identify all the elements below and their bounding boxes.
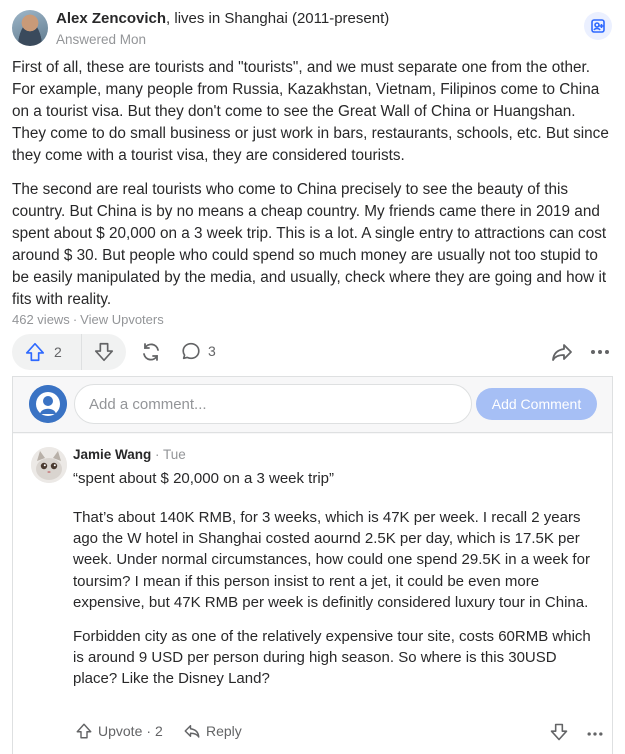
more-button[interactable] [588,340,612,364]
answer-action-bar: 2 3 [12,334,612,370]
more-icon [588,340,612,364]
answer-header: Alex Zencovich, lives in Shanghai (2011-… [12,6,612,52]
comment-downvote-button[interactable] [549,722,569,742]
comment-actions: Upvote · 2 Reply [73,722,603,746]
vote-pill: 2 [12,334,126,370]
answer-body: First of all, these are tourists and "to… [12,57,612,323]
downvote-icon [93,341,115,363]
upvote-button[interactable]: 2 [12,334,82,370]
downvote-button[interactable] [82,334,126,370]
comment-text: That’s about 140K RMB, for 3 weeks, whic… [73,507,603,703]
author-name[interactable]: Alex Zencovich [56,10,166,27]
more-icon [585,724,605,744]
comment-upvote-button[interactable]: Upvote · 2 [75,722,163,740]
comments-panel: Add Comment Jamie Wang · Tue “spent abou… [12,376,613,754]
current-user-avatar [29,385,67,423]
upvote-icon [24,341,46,363]
follow-button[interactable] [584,12,612,40]
comment-reply-button[interactable]: Reply [183,722,242,740]
reply-icon [183,722,201,740]
forward-icon [550,340,574,364]
comment-paragraph: Forbidden city as one of the relatively … [73,628,591,688]
add-comment-button[interactable]: Add Comment [476,388,597,420]
comment-more-button[interactable] [585,724,605,744]
views-line: 462 views · View Upvoters [12,312,164,327]
upvote-icon [75,722,93,740]
comment-author-name[interactable]: Jamie Wang [73,447,151,462]
author-avatar[interactable] [12,10,48,46]
comment-count: 3 [208,343,216,359]
comment-upvote-count: 2 [155,723,163,739]
share-icon [139,340,163,364]
comment-button[interactable]: 3 [180,340,216,362]
downvote-icon [549,722,569,742]
comment-reply-label: Reply [206,723,242,739]
answer-paragraph: First of all, these are tourists and "to… [12,59,609,164]
comment-quote: “spent about $ 20,000 on a 3 week trip” [73,470,335,487]
upvote-count: 2 [54,344,62,360]
answered-date[interactable]: Answered Mon [56,32,146,47]
view-count: 462 views [12,312,70,327]
comment-upvote-label: Upvote [98,723,143,739]
author-line: Alex Zencovich, lives in Shanghai (2011-… [56,10,389,27]
author-credential: , lives in Shanghai (2011-present) [166,10,390,27]
follow-icon [590,18,606,34]
answer-paragraph: The second are real tourists who come to… [12,181,607,308]
add-comment-row: Add Comment [13,377,612,433]
comment-paragraph: That’s about 140K RMB, for 3 weeks, whic… [73,509,590,611]
comment-author-avatar[interactable] [31,447,67,483]
comment-input[interactable] [74,384,472,424]
comment-item: Jamie Wang · Tue “spent about $ 20,000 o… [13,434,612,754]
view-upvoters-link[interactable]: View Upvoters [80,312,164,327]
forward-button[interactable] [550,340,574,364]
share-button[interactable] [139,340,163,364]
comment-icon [180,340,202,362]
comment-time[interactable]: Tue [163,447,186,462]
comment-meta: Jamie Wang · Tue [73,447,186,462]
